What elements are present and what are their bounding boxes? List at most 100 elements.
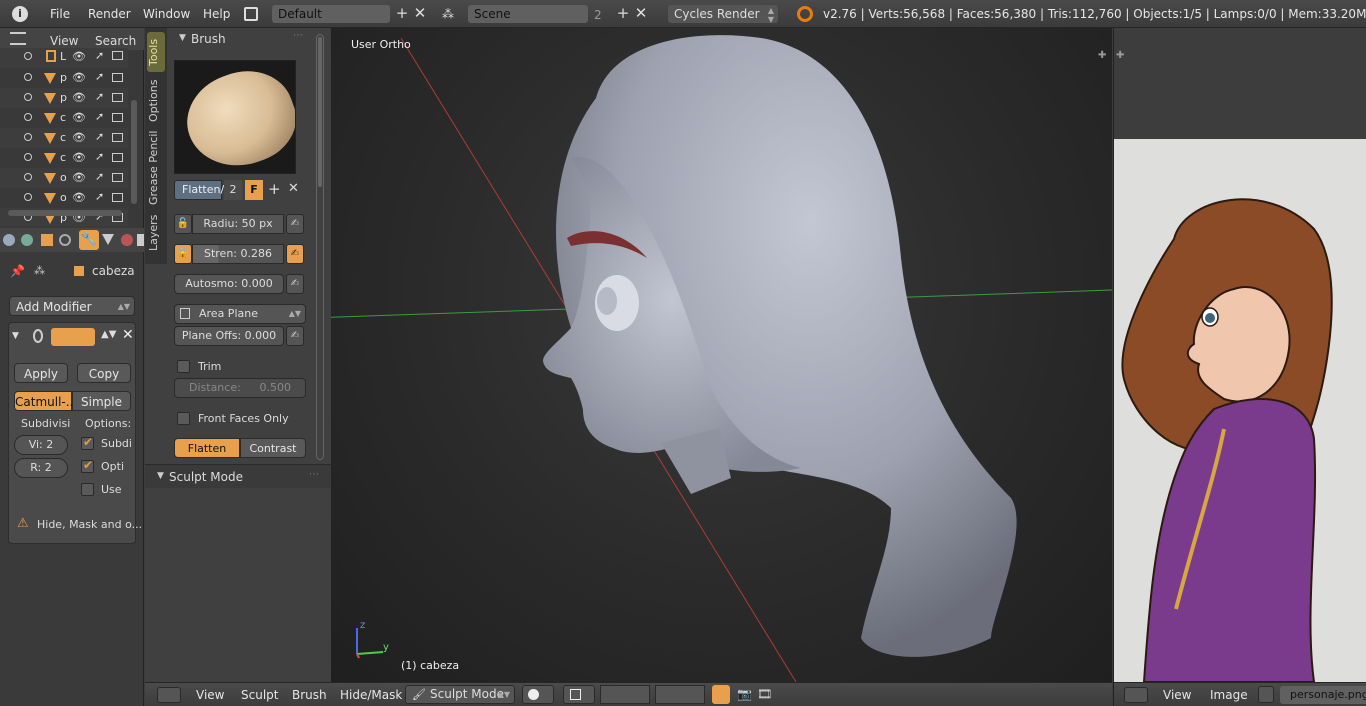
add-screen-icon[interactable]: + <box>393 5 411 23</box>
distance-slider[interactable]: Distance: 0.500 <box>174 378 306 398</box>
menu-sculpt[interactable]: Sculpt <box>241 688 278 702</box>
select-cursor-icon[interactable]: ➚ <box>95 49 104 62</box>
outliner-item-label[interactable]: o <box>60 171 67 184</box>
tab-grease-pencil[interactable]: Grease Pencil <box>147 130 165 206</box>
render-engine-select[interactable]: Cycles Render ▲ ▼ <box>668 5 778 24</box>
outliner-item-label[interactable]: c <box>60 111 66 124</box>
modifier-visibility-toggles[interactable] <box>51 328 95 346</box>
expand-icon[interactable] <box>24 73 32 81</box>
select-cursor-icon[interactable]: ➚ <box>95 130 104 143</box>
menu-window[interactable]: Window <box>143 7 190 21</box>
outliner-item-label[interactable]: p <box>60 71 67 84</box>
area-plane-select[interactable]: Area Plane ▲▼ <box>174 304 306 324</box>
strength-lock-icon[interactable]: 🔒 <box>174 244 192 264</box>
expand-icon[interactable] <box>24 193 32 201</box>
outliner-item-label[interactable]: c <box>60 151 66 164</box>
material-tab-icon[interactable] <box>121 234 133 246</box>
layer-buttons[interactable] <box>600 685 650 704</box>
outliner-item-label[interactable]: L <box>60 50 66 63</box>
image-menu-view[interactable]: View <box>1163 688 1191 702</box>
render-levels-field[interactable]: R: 2 <box>14 458 68 478</box>
tab-layers[interactable]: Layers <box>147 212 165 254</box>
menu-view[interactable]: View <box>196 688 224 702</box>
brush-name-field[interactable]: Flatten/ <box>174 180 224 200</box>
outliner-row[interactable]: c 👁 ➚ <box>0 128 128 148</box>
select-cursor-icon[interactable]: ➚ <box>95 190 104 203</box>
visibility-eye-icon[interactable]: 👁 <box>72 191 86 204</box>
layer-buttons-2[interactable] <box>655 685 705 704</box>
panel-drag-handle-icon[interactable]: ⋯ <box>309 469 319 480</box>
expand-icon[interactable] <box>24 153 32 161</box>
expand-icon[interactable] <box>24 52 32 60</box>
view-levels-field[interactable]: Vi: 2 <box>14 435 68 455</box>
expand-icon[interactable] <box>24 93 32 101</box>
expand-icon[interactable] <box>24 133 32 141</box>
tab-options[interactable]: Options <box>147 76 165 126</box>
image-browse-icon[interactable] <box>1258 686 1274 703</box>
lock-camera-icon[interactable] <box>712 685 730 704</box>
area-split-corner-icon[interactable]: ✚ <box>1098 50 1106 61</box>
optimal-display-checkbox[interactable] <box>81 458 94 473</box>
pin-icon[interactable]: 📌 <box>10 264 25 278</box>
world-tab-icon[interactable] <box>21 234 33 246</box>
apply-button[interactable]: Apply <box>14 363 68 383</box>
screen-layout-icon[interactable] <box>244 7 258 21</box>
visibility-eye-icon[interactable]: 👁 <box>72 50 86 63</box>
menu-hide-mask[interactable]: Hide/Mask <box>340 688 402 702</box>
autosmooth-pressure-icon[interactable]: ✍ <box>286 274 304 294</box>
image-editor[interactable]: ✚ <box>1113 28 1366 682</box>
remove-modifier-icon[interactable]: ✕ <box>122 327 134 343</box>
texture-tab-icon[interactable] <box>137 234 144 246</box>
outliner-horizontal-scrollbar[interactable] <box>8 210 122 216</box>
render-tab-icon[interactable] <box>3 234 15 246</box>
outliner-row[interactable]: o 👁 ➚ <box>0 168 128 188</box>
outliner-row[interactable]: c 👁 ➚ <box>0 108 128 128</box>
render-camera-icon[interactable] <box>112 73 123 82</box>
expand-arrow-icon[interactable]: ▼ <box>157 471 164 481</box>
area-split-corner-icon[interactable]: ✚ <box>1116 50 1124 61</box>
outliner-row[interactable]: p 👁 ➚ <box>0 88 128 108</box>
viewport-shading-select[interactable] <box>522 685 554 704</box>
visibility-eye-icon[interactable]: 👁 <box>72 111 86 124</box>
menu-render[interactable]: Render <box>88 7 131 21</box>
outliner-item-label[interactable]: p <box>60 91 67 104</box>
outliner-search-menu[interactable]: Search <box>95 34 136 48</box>
info-editor-icon[interactable]: i <box>12 6 28 22</box>
render-animation-icon[interactable]: 🎞 <box>757 687 772 701</box>
data-tab-icon[interactable] <box>102 234 114 245</box>
subdivide-uvs-checkbox[interactable] <box>81 435 94 450</box>
select-cursor-icon[interactable]: ➚ <box>95 90 104 103</box>
visibility-eye-icon[interactable]: 👁 <box>72 91 86 104</box>
add-modifier-button[interactable]: Add Modifier ▲▼ <box>9 296 135 316</box>
radius-lock-icon[interactable]: 🔓 <box>174 214 192 234</box>
visibility-eye-icon[interactable]: 👁 <box>72 71 86 84</box>
strength-pressure-icon[interactable]: ✍ <box>286 244 304 264</box>
menu-file[interactable]: File <box>50 7 70 21</box>
screen-layout-field[interactable]: Default <box>272 5 390 23</box>
menu-brush[interactable]: Brush <box>292 688 327 702</box>
brush-preview-thumbnail[interactable] <box>174 60 296 174</box>
flatten-button[interactable]: Flatten <box>174 438 240 458</box>
object-tab-icon[interactable] <box>41 234 53 246</box>
outliner-vertical-scrollbar[interactable] <box>131 100 137 204</box>
front-faces-checkbox[interactable] <box>177 412 190 425</box>
scene-tab-icon[interactable] <box>59 234 71 246</box>
contrast-button[interactable]: Contrast <box>240 438 306 458</box>
scrollbar-thumb[interactable] <box>318 37 322 187</box>
brush-panel-header[interactable]: Brush <box>191 32 226 46</box>
tool-shelf-scrollbar[interactable] <box>316 34 324 460</box>
add-scene-icon[interactable]: + <box>614 5 632 23</box>
visibility-eye-icon[interactable]: 👁 <box>72 171 86 184</box>
scene-icon[interactable]: ⁂ <box>442 7 458 21</box>
plane-offset-slider[interactable]: Plane Offs: 0.000 <box>174 326 284 346</box>
strength-slider[interactable]: Stren: 0.286 <box>192 244 284 264</box>
3d-viewport[interactable]: z y User Ortho (1) cabeza ✚ <box>331 28 1112 682</box>
outliner-row[interactable]: c 👁 ➚ <box>0 148 128 168</box>
pivot-point-select[interactable] <box>563 685 595 704</box>
visibility-eye-icon[interactable]: 👁 <box>72 151 86 164</box>
fake-user-toggle[interactable]: F <box>245 180 263 200</box>
outliner-row[interactable]: L 👁 ➚ <box>0 48 128 68</box>
outliner-row[interactable]: p 👁 ➚ <box>0 68 128 88</box>
sculpt-mode-panel-header[interactable]: Sculpt Mode <box>169 470 243 484</box>
outliner-row[interactable]: o 👁 ➚ <box>0 188 128 208</box>
